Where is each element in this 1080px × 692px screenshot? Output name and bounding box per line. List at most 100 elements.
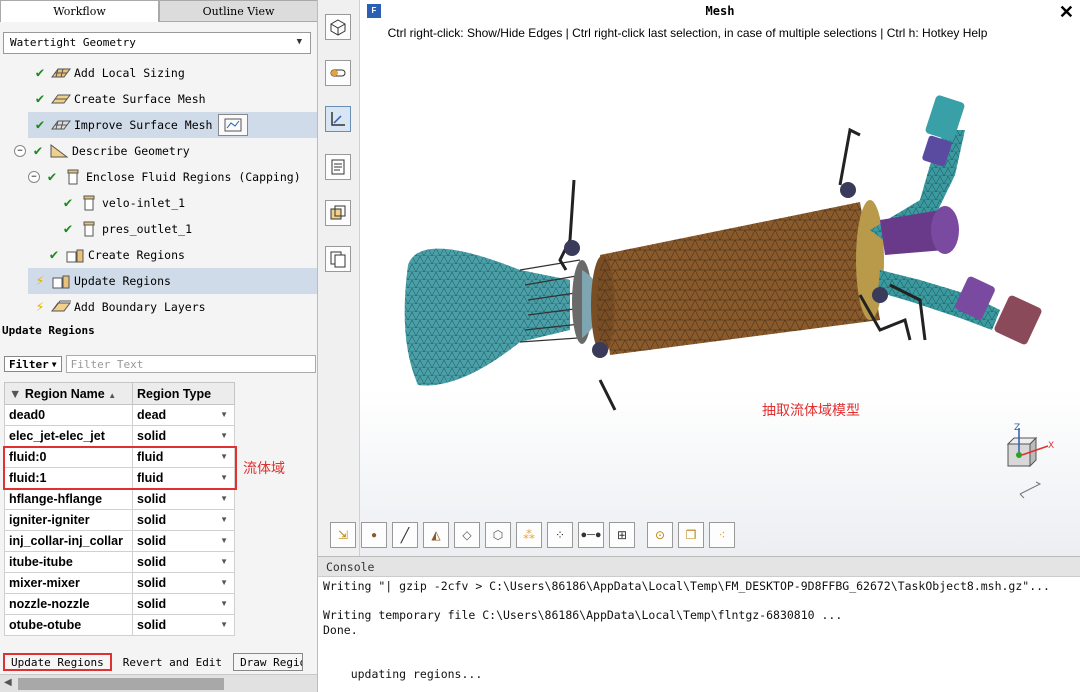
region-type-select[interactable]: solid ▼ bbox=[132, 425, 235, 447]
capping-icon bbox=[83, 195, 95, 211]
region-type-select[interactable]: dead ▼ bbox=[132, 404, 235, 426]
task-describe-geometry[interactable]: − ✔ Describe Geometry bbox=[14, 138, 317, 164]
horizontal-scrollbar[interactable]: ◀ bbox=[0, 674, 317, 692]
scrollbar-thumb[interactable] bbox=[18, 678, 224, 690]
region-name-cell: dead0 bbox=[4, 404, 133, 426]
chevron-down-icon: ▼ bbox=[296, 37, 302, 47]
console-title: Console bbox=[318, 557, 1080, 577]
tab-workflow[interactable]: Workflow bbox=[0, 0, 159, 22]
select-point-button[interactable]: ● bbox=[361, 522, 387, 548]
viewer-title: Mesh bbox=[705, 4, 735, 18]
close-icon[interactable]: ✕ bbox=[1059, 2, 1074, 23]
sort-asc-icon: ▲ bbox=[108, 390, 117, 400]
checkmark-icon: ✔ bbox=[35, 91, 45, 107]
region-type-select[interactable]: solid ▼ bbox=[132, 530, 235, 552]
grid-icon: ⊞ bbox=[616, 528, 628, 542]
task-label: Update Regions bbox=[74, 274, 171, 288]
cube-icon bbox=[330, 19, 346, 36]
axes-button[interactable] bbox=[325, 106, 351, 132]
task-add-boundary-layers[interactable]: ⚡ Add Boundary Layers bbox=[32, 294, 317, 320]
task-update-regions[interactable]: ⚡ Update Regions bbox=[28, 268, 317, 294]
regions-icon bbox=[66, 249, 84, 263]
surface-mesh-icon bbox=[51, 94, 71, 104]
column-header-region-type[interactable]: Region Type bbox=[132, 382, 235, 405]
workflow-type-select[interactable]: Watertight Geometry ▼ bbox=[3, 32, 311, 54]
region-type-select[interactable]: solid ▼ bbox=[132, 614, 235, 636]
regions-icon bbox=[52, 275, 70, 289]
select-surface-button[interactable]: ◇ bbox=[454, 522, 480, 548]
revert-and-edit-button[interactable]: Revert and Edit bbox=[116, 653, 229, 671]
column-header-region-name[interactable]: ▼ Region Name ▲ bbox=[4, 382, 133, 405]
update-regions-button[interactable]: Update Regions bbox=[3, 653, 112, 671]
select-filter-button[interactable]: ⇲ bbox=[330, 522, 356, 548]
object-button[interactable]: ⊙ bbox=[647, 522, 673, 548]
task-velo-inlet-1[interactable]: ✔ velo-inlet_1 bbox=[60, 190, 317, 216]
improve-mesh-icon bbox=[51, 120, 71, 130]
select-body-button[interactable]: ⬡ bbox=[485, 522, 511, 548]
region-type-select[interactable]: solid ▼ bbox=[132, 488, 235, 510]
collapse-icon[interactable]: − bbox=[14, 145, 26, 157]
filter-dropdown[interactable]: Filter ▼ bbox=[4, 356, 62, 372]
region-type-select[interactable]: solid ▼ bbox=[132, 509, 235, 531]
group-button[interactable]: ❒ bbox=[678, 522, 704, 548]
filter-funnel-icon: ▼ bbox=[9, 386, 22, 401]
scatter-button[interactable]: ⁖ bbox=[709, 522, 735, 548]
select-face-button[interactable]: ◭ bbox=[423, 522, 449, 548]
select-connect-button[interactable]: ●─● bbox=[578, 522, 604, 548]
display-options-button[interactable] bbox=[325, 60, 351, 86]
box-icon bbox=[330, 205, 346, 220]
mesh-viewer[interactable]: F Mesh ✕ Ctrl right-click: Show/Hide Edg… bbox=[360, 0, 1080, 556]
lightning-icon: ⚡ bbox=[35, 299, 45, 315]
capping-icon bbox=[83, 221, 95, 237]
scatter-icon: ⁖ bbox=[718, 528, 726, 542]
mesh-quality-button[interactable] bbox=[218, 114, 249, 136]
console-line: Writing "| gzip -2cfv > C:\Users\86186\A… bbox=[323, 579, 1050, 593]
bounding-box-button[interactable] bbox=[325, 200, 351, 226]
console-line: Writing temporary file C:\Users\86186\Ap… bbox=[323, 608, 843, 622]
task-create-surface-mesh[interactable]: ✔ Create Surface Mesh bbox=[32, 86, 317, 112]
scroll-left-icon[interactable]: ◀ bbox=[4, 677, 12, 688]
console-panel[interactable]: Console Writing "| gzip -2cfv > C:\Users… bbox=[318, 556, 1080, 692]
select-grid-button[interactable]: ⊞ bbox=[609, 522, 635, 548]
task-improve-surface-mesh[interactable]: ✔ Improve Surface Mesh bbox=[28, 112, 317, 138]
task-label: Add Local Sizing bbox=[74, 66, 185, 80]
region-type-select[interactable]: solid ▼ bbox=[132, 551, 235, 573]
update-panel-buttons: Update Regions Revert and Edit Draw Regi… bbox=[3, 653, 307, 671]
fluid-domain-annotation: 流体域 bbox=[243, 461, 285, 477]
checkmark-icon: ✔ bbox=[35, 65, 45, 81]
task-label: Enclose Fluid Regions (Capping) bbox=[86, 170, 301, 184]
lightning-icon: ⚡ bbox=[35, 273, 45, 289]
select-edge-button[interactable]: ╱ bbox=[392, 522, 418, 548]
tab-outline-view[interactable]: Outline View bbox=[159, 0, 317, 22]
copy-icon bbox=[330, 251, 346, 268]
chevron-down-icon: ▼ bbox=[220, 620, 228, 629]
chevron-down-icon: ▼ bbox=[51, 359, 57, 369]
select-nodes-button[interactable]: ⁘ bbox=[547, 522, 573, 548]
region-type-select[interactable]: solid ▼ bbox=[132, 593, 235, 615]
edge-icon: ╱ bbox=[400, 526, 410, 543]
boundary-layer-icon bbox=[51, 300, 71, 312]
console-line: Done. bbox=[323, 623, 358, 637]
copy-view-button[interactable] bbox=[325, 246, 351, 272]
capping-icon bbox=[67, 169, 79, 185]
selection-toolbar: ⇲ ● ╱ ◭ ◇ ⬡ ⁂ ⁘ ●─● ⊞ ⊙ ❒ ⁖ bbox=[330, 520, 740, 550]
task-label: Improve Surface Mesh bbox=[74, 118, 213, 132]
group-icon: ❒ bbox=[685, 528, 697, 542]
filter-row: Filter ▼ Filter Text bbox=[4, 354, 316, 374]
region-name-cell: itube-itube bbox=[4, 551, 133, 573]
task-add-local-sizing[interactable]: ✔ Add Local Sizing bbox=[32, 60, 317, 86]
task-enclose-fluid-regions[interactable]: − ✔ Enclose Fluid Regions (Capping) bbox=[28, 164, 317, 190]
draw-regions-button[interactable]: Draw Regions bbox=[233, 653, 304, 671]
region-name-cell: inj_collar-inj_collar bbox=[4, 530, 133, 552]
filter-text-input[interactable]: Filter Text bbox=[65, 355, 316, 373]
collapse-icon[interactable]: − bbox=[28, 171, 40, 183]
task-pres-outlet-1[interactable]: ✔ pres_outlet_1 bbox=[60, 216, 317, 242]
task-create-regions[interactable]: ✔ Create Regions bbox=[46, 242, 317, 268]
region-type-select[interactable]: solid ▼ bbox=[132, 572, 235, 594]
task-label: pres_outlet_1 bbox=[102, 222, 193, 236]
report-button[interactable] bbox=[325, 154, 351, 180]
checkmark-icon: ✔ bbox=[33, 143, 43, 159]
isometric-view-button[interactable] bbox=[325, 14, 351, 40]
orientation-axes-triad[interactable]: Z X bbox=[1000, 422, 1070, 502]
select-zone-button[interactable]: ⁂ bbox=[516, 522, 542, 548]
